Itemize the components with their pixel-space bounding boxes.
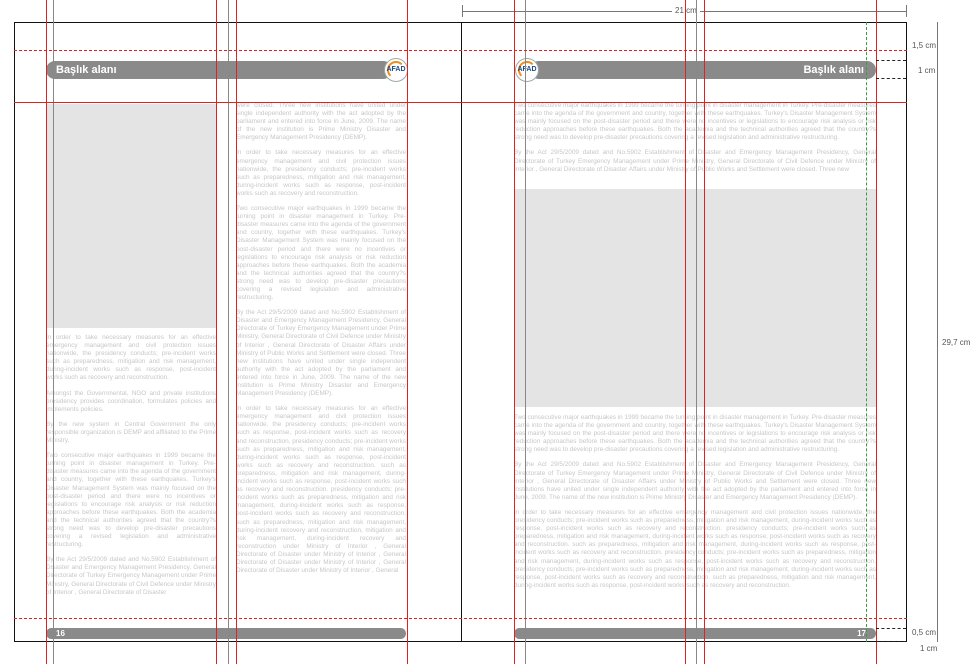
right-page-number: 17 bbox=[857, 629, 866, 638]
guide-v bbox=[216, 0, 217, 664]
afad-logo-right: AFAD bbox=[515, 58, 539, 82]
guide-v bbox=[46, 0, 47, 664]
guide-black-dash bbox=[876, 641, 906, 642]
footer-gap-label: 0,5 cm bbox=[912, 628, 937, 637]
left-col2-text: were closed. Three new institutions have… bbox=[236, 102, 406, 575]
height-dimension-label: 29,7 cm bbox=[942, 338, 971, 347]
guide-v bbox=[407, 0, 408, 664]
top-margin-label: 1,5 cm bbox=[912, 41, 937, 50]
left-page-number: 16 bbox=[56, 629, 65, 638]
guide-v-green bbox=[866, 22, 867, 642]
guide-black-dash bbox=[876, 60, 906, 61]
guide-v bbox=[704, 0, 705, 664]
right-header-title: Başlık alanı bbox=[803, 64, 864, 76]
right-image-placeholder bbox=[514, 189, 876, 407]
right-header-bar: Başlık alanı bbox=[530, 61, 876, 79]
width-dimension-tick-left bbox=[462, 5, 463, 17]
guide-black-dash bbox=[876, 78, 906, 79]
guide-v bbox=[514, 0, 515, 664]
guide-v-grey bbox=[525, 0, 526, 664]
left-footer-bar: 16 bbox=[46, 628, 406, 639]
guide-h bbox=[14, 102, 907, 103]
afad-logo-left: AFAD bbox=[384, 58, 408, 82]
header-gap-label: 1 cm bbox=[918, 66, 936, 75]
left-header-bar: Başlık alanı bbox=[46, 61, 392, 79]
left-col1-text: In order to take necessary measures for … bbox=[46, 334, 216, 596]
guide-h-dashed bbox=[14, 50, 907, 51]
right-top-text: Two consecutive major earthquakes in 199… bbox=[514, 102, 876, 173]
guide-v-grey bbox=[228, 0, 229, 664]
height-dimension-line bbox=[937, 22, 938, 642]
left-header-title: Başlık alanı bbox=[56, 64, 117, 76]
guide-v bbox=[876, 0, 877, 664]
guide-v bbox=[685, 0, 686, 664]
guide-v bbox=[236, 0, 237, 664]
left-image-placeholder bbox=[46, 104, 216, 328]
guide-h-dashed bbox=[14, 618, 907, 619]
guide-black-dash bbox=[876, 628, 906, 629]
right-bottom-text: Two consecutive major earthquakes in 199… bbox=[514, 414, 876, 589]
guide-v-grey bbox=[696, 0, 697, 664]
width-dimension-tick-right bbox=[906, 5, 907, 17]
guide-v-grey bbox=[53, 0, 54, 664]
bottom-margin-label: 1 cm bbox=[920, 644, 938, 653]
right-footer-bar: 17 bbox=[514, 628, 876, 639]
